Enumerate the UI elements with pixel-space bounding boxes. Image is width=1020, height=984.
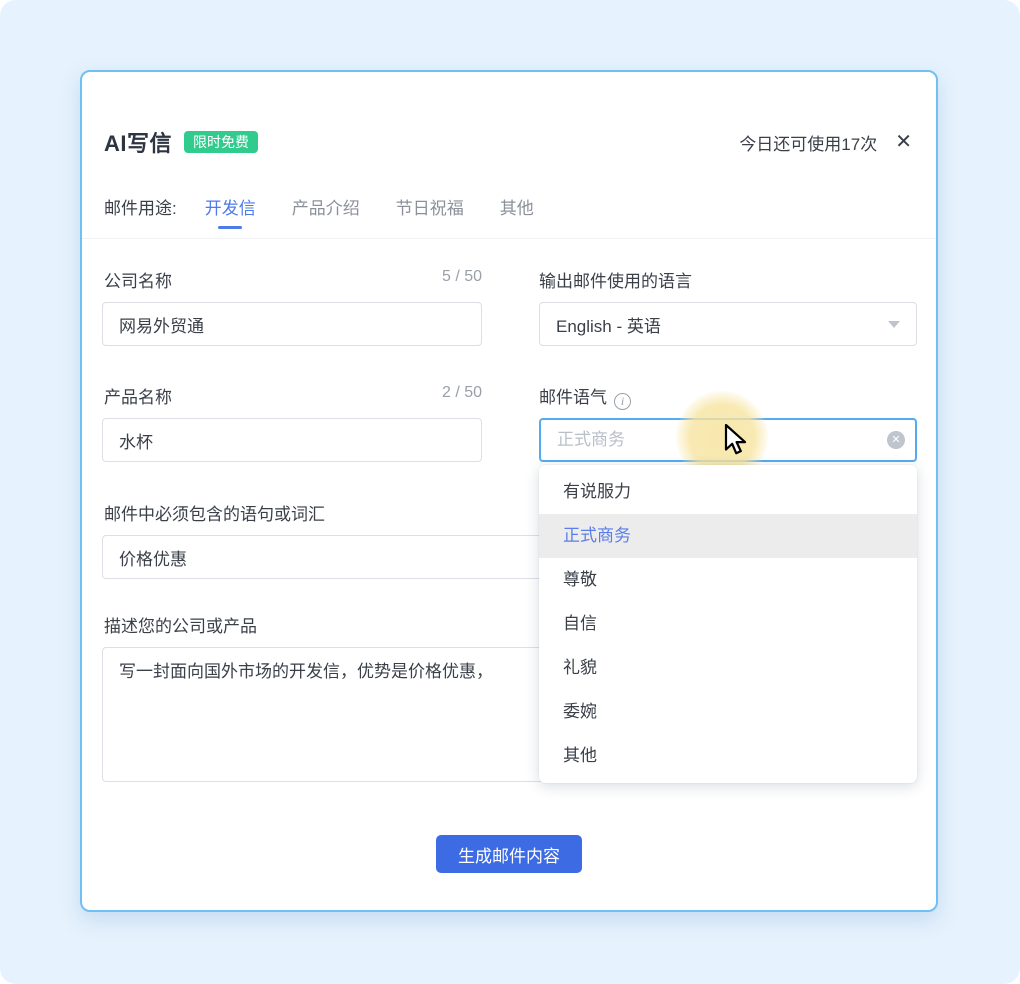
tone-option-other[interactable]: 其他 xyxy=(539,734,917,778)
language-select[interactable]: English - 英语 xyxy=(539,302,917,346)
free-badge: 限时免费 xyxy=(184,131,258,153)
tab-holiday-greeting[interactable]: 节日祝福 xyxy=(394,192,466,235)
tone-option-formal-business[interactable]: 正式商务 xyxy=(539,514,917,558)
tone-option-confident[interactable]: 自信 xyxy=(539,602,917,646)
tone-option-polite[interactable]: 礼貌 xyxy=(539,646,917,690)
screen: AI写信 限时免费 今日还可使用17次 ✕ 邮件用途: 开发信 产品介绍 节日祝… xyxy=(0,0,1020,984)
product-name-counter: 2 / 50 xyxy=(102,384,482,402)
language-select-value: English - 英语 xyxy=(556,312,661,337)
tone-field: ✕ xyxy=(539,418,917,462)
tabs-divider xyxy=(82,238,936,239)
generate-email-button[interactable]: 生成邮件内容 xyxy=(436,835,582,873)
clear-icon[interactable]: ✕ xyxy=(887,431,905,449)
purpose-tabs: 邮件用途: 开发信 产品介绍 节日祝福 其他 xyxy=(104,192,536,238)
tone-option-persuasive[interactable]: 有说服力 xyxy=(539,470,917,514)
dialog-title: AI写信 xyxy=(104,126,172,158)
tab-other[interactable]: 其他 xyxy=(498,192,536,235)
tab-development-letter[interactable]: 开发信 xyxy=(203,192,258,235)
header-right: 今日还可使用17次 ✕ xyxy=(739,130,914,155)
quota-remaining-text: 今日还可使用17次 xyxy=(739,130,877,155)
info-icon[interactable]: i xyxy=(614,393,631,410)
product-name-input[interactable] xyxy=(102,418,482,462)
chevron-down-icon xyxy=(888,321,900,328)
company-name-counter: 5 / 50 xyxy=(102,268,482,286)
dialog-header: AI写信 限时免费 今日还可使用17次 ✕ xyxy=(104,124,914,160)
tab-product-intro[interactable]: 产品介绍 xyxy=(290,192,362,235)
description-label: 描述您的公司或产品 xyxy=(104,612,257,637)
tone-label: 邮件语气 i xyxy=(539,383,631,410)
tone-input[interactable] xyxy=(539,418,917,462)
ai-write-dialog: AI写信 限时免费 今日还可使用17次 ✕ 邮件用途: 开发信 产品介绍 节日祝… xyxy=(80,70,938,912)
tone-dropdown: 有说服力 正式商务 尊敬 自信 礼貌 委婉 其他 xyxy=(539,465,917,783)
language-label: 输出邮件使用的语言 xyxy=(539,267,692,292)
company-name-input[interactable] xyxy=(102,302,482,346)
tone-option-respectful[interactable]: 尊敬 xyxy=(539,558,917,602)
close-icon[interactable]: ✕ xyxy=(893,130,914,154)
keywords-label: 邮件中必须包含的语句或词汇 xyxy=(104,500,325,525)
tone-label-text: 邮件语气 xyxy=(539,388,607,407)
purpose-label: 邮件用途: xyxy=(104,192,177,219)
tone-option-tactful[interactable]: 委婉 xyxy=(539,690,917,734)
